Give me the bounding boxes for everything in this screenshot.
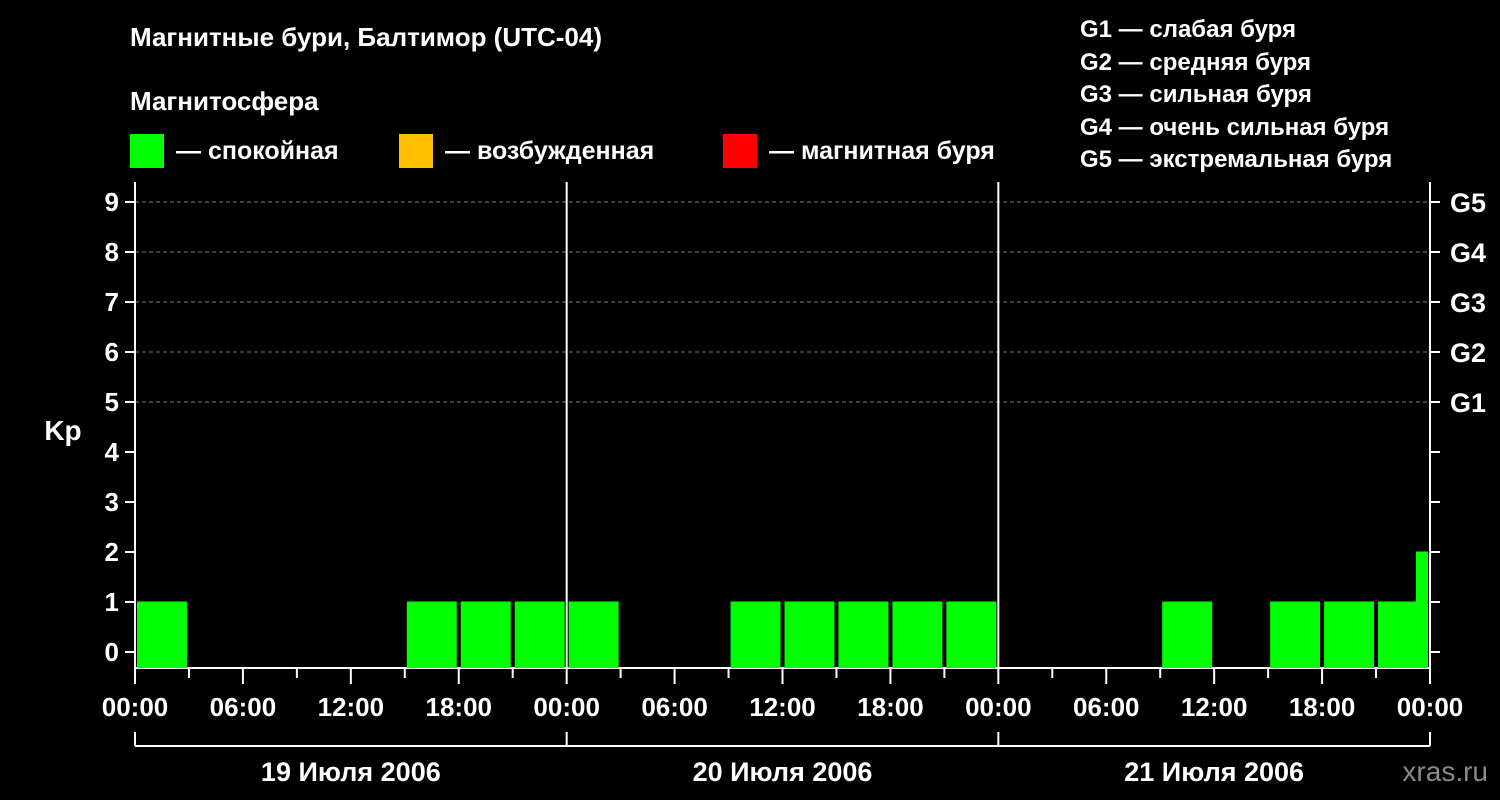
y-tick-label: 9 — [105, 187, 119, 217]
y-axis-label: Kp — [44, 415, 81, 446]
kp-bar — [137, 601, 187, 668]
x-tick-label: 06:00 — [210, 692, 277, 722]
kp-bar — [568, 601, 619, 668]
kp-bar — [838, 601, 889, 668]
x-tick-label: 00:00 — [965, 692, 1032, 722]
g-tick-label: G1 — [1450, 388, 1486, 418]
kp-bar — [1416, 551, 1428, 668]
x-tick-label: 00:00 — [533, 692, 600, 722]
y-tick-label: 0 — [105, 637, 119, 667]
y-tick-label: 4 — [105, 437, 120, 467]
kp-bar — [1162, 601, 1213, 668]
kp-bar — [730, 601, 781, 668]
kp-chart: 0 1 2 3 4 5 6 7 8 9 G1 G2 G3 G4 G5 Kp 00:00 06:00 12:00 18:… — [44, 182, 1486, 787]
y-tick-label: 2 — [105, 537, 119, 567]
watermark: xras.ru — [1402, 756, 1488, 787]
day-label: 21 Июля 2006 — [1124, 757, 1304, 787]
y-tick-label: 6 — [105, 337, 119, 367]
x-tick-label: 06:00 — [1073, 692, 1140, 722]
kp-bar — [1270, 601, 1321, 668]
x-tick-label: 18:00 — [857, 692, 924, 722]
x-tick-label: 00:00 — [1397, 692, 1464, 722]
x-tick-label: 00:00 — [102, 692, 169, 722]
kp-bar — [514, 601, 565, 668]
day-label: 19 Июля 2006 — [261, 757, 441, 787]
x-tick-label: 06:00 — [641, 692, 708, 722]
x-tick-label: 18:00 — [1289, 692, 1356, 722]
g-tick-label: G4 — [1450, 238, 1486, 268]
g-tick-label: G2 — [1450, 338, 1486, 368]
y-tick-label: 5 — [105, 387, 119, 417]
x-tick-label: 12:00 — [1181, 692, 1248, 722]
kp-bar — [784, 601, 835, 668]
y-tick-label: 8 — [105, 237, 119, 267]
kp-bar — [460, 601, 511, 668]
kp-bar — [892, 601, 943, 668]
y-tick-label: 7 — [105, 287, 119, 317]
g-tick-label: G5 — [1450, 188, 1486, 218]
kp-bar — [946, 601, 997, 668]
y-tick-label: 3 — [105, 487, 119, 517]
y-tick-label: 1 — [105, 587, 119, 617]
kp-bar — [1324, 601, 1375, 668]
kp-bar — [406, 601, 457, 668]
x-tick-label: 12:00 — [749, 692, 816, 722]
x-tick-label: 18:00 — [426, 692, 493, 722]
g-tick-label: G3 — [1450, 288, 1486, 318]
day-label: 20 Июля 2006 — [693, 757, 873, 787]
x-tick-label: 12:00 — [318, 692, 385, 722]
